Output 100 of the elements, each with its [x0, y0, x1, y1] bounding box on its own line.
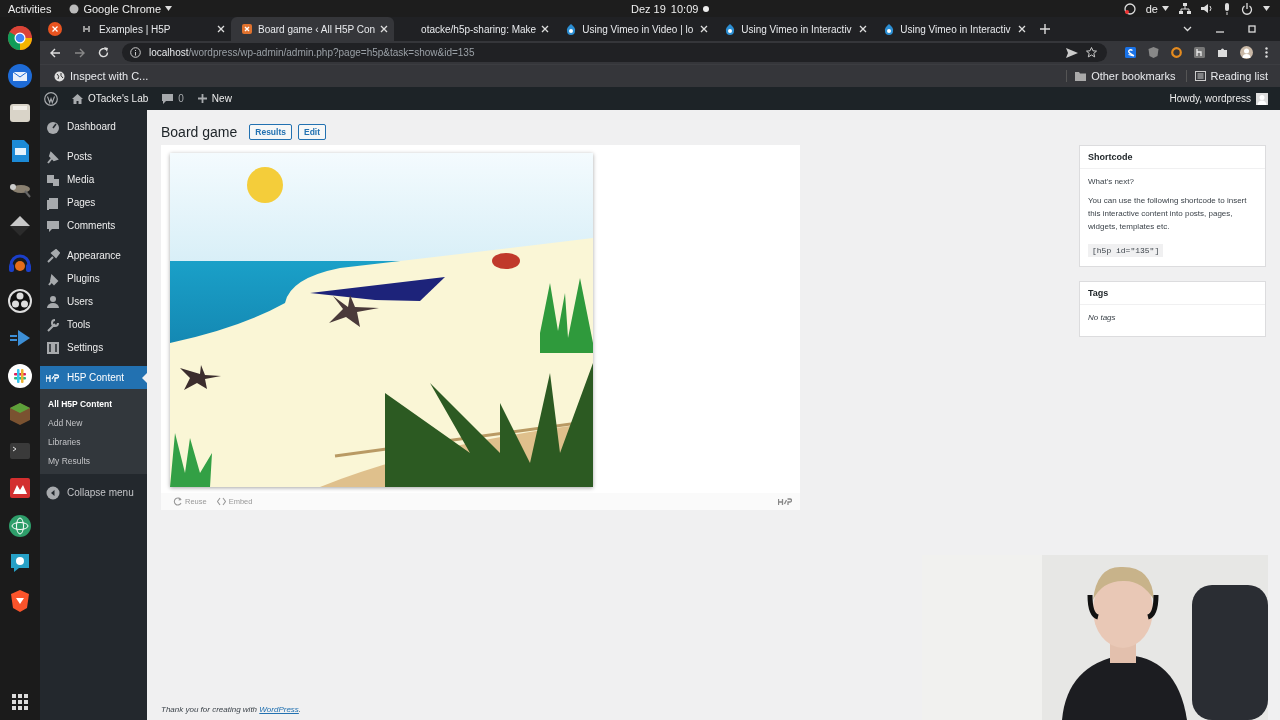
- star-icon[interactable]: [1086, 47, 1097, 58]
- h5p-logo-icon[interactable]: [778, 497, 792, 506]
- caret-icon[interactable]: [1263, 6, 1270, 11]
- menu-item[interactable]: Appearance: [40, 244, 147, 267]
- menu-icon[interactable]: [1265, 47, 1268, 58]
- page-button[interactable]: Edit: [298, 124, 327, 140]
- submenu-item[interactable]: Libraries: [40, 432, 147, 451]
- plus-icon: [197, 94, 207, 103]
- submenu-item[interactable]: All H5P Content: [40, 394, 147, 413]
- info-icon: [130, 47, 141, 58]
- close-icon[interactable]: [859, 25, 868, 33]
- close-icon[interactable]: [1018, 25, 1027, 33]
- browser-tab[interactable]: Using Vimeo in Interactiv: [873, 17, 1033, 41]
- close-icon[interactable]: [217, 25, 225, 33]
- drop-icon: [565, 23, 578, 35]
- hash-icon[interactable]: [7, 362, 33, 389]
- clock[interactable]: Dez 19 10:09: [631, 2, 710, 15]
- page-button[interactable]: Results: [249, 124, 292, 140]
- speech-bubble-icon: [46, 218, 60, 233]
- new-content-link[interactable]: New: [197, 93, 232, 104]
- page-title: Board game: [161, 124, 238, 140]
- bookmark-folder[interactable]: Other bookmarks: [1066, 70, 1180, 82]
- panel-text: What's next?: [1088, 176, 1135, 188]
- comments-link[interactable]: 0: [162, 93, 184, 104]
- s-square-icon[interactable]: [1125, 47, 1136, 58]
- reload-icon[interactable]: [98, 47, 109, 58]
- panel-text: You can use the following shortcode to insert this interactive content into posts, pages, widgets, templates etc.: [1088, 195, 1248, 233]
- tab-title: Examples | H5P: [99, 23, 172, 35]
- sync-icon[interactable]: [1123, 2, 1136, 15]
- account-menu[interactable]: Howdy, wordpress: [1169, 92, 1268, 105]
- plus-icon[interactable]: [1040, 24, 1051, 34]
- square-icon: [241, 23, 253, 35]
- menu-item[interactable]: Tools: [40, 313, 147, 336]
- panel-text: No tags: [1088, 312, 1117, 324]
- forward-icon[interactable]: [74, 47, 85, 58]
- photos-icon: [46, 172, 60, 187]
- drop-icon: [724, 23, 737, 35]
- menu-item[interactable]: Settings: [40, 336, 147, 359]
- envelope-icon[interactable]: [7, 62, 33, 89]
- wordpress-logo-icon[interactable]: [44, 91, 58, 106]
- tab-title: otacke/h5p-sharing: Make: [421, 23, 537, 35]
- app-icon: [69, 3, 80, 14]
- block-icon[interactable]: [7, 400, 33, 426]
- bookmark[interactable]: Inspect with C...: [50, 70, 153, 82]
- submenu-item[interactable]: Add New: [40, 413, 147, 432]
- send-icon[interactable]: [1066, 47, 1078, 58]
- back-icon[interactable]: [50, 47, 61, 58]
- gauge-icon: [46, 119, 60, 134]
- reading-list-button[interactable]: Reading list: [1185, 70, 1272, 82]
- wrench-icon: [46, 317, 60, 332]
- close-icon[interactable]: [380, 25, 389, 33]
- close-icon[interactable]: [541, 25, 550, 33]
- menu-item[interactable]: Pages: [40, 191, 147, 214]
- activities-button[interactable]: Activities: [8, 2, 52, 15]
- menu-item[interactable]: H5P Content: [40, 366, 147, 389]
- pdf-icon[interactable]: [7, 475, 33, 501]
- speech-bubble-icon: [162, 93, 174, 104]
- power-icon[interactable]: [1241, 2, 1253, 15]
- avatar-icon[interactable]: [1240, 46, 1253, 59]
- url-text: localhost/wordpress/wp-admin/admin.php?page=h5p&task=show&id=135: [149, 47, 475, 58]
- keyboard-layout-menu[interactable]: de: [1145, 2, 1169, 15]
- submenu-item[interactable]: My Results: [40, 451, 147, 470]
- menu-item[interactable]: Posts: [40, 145, 147, 168]
- close-icon[interactable]: [700, 25, 709, 33]
- close-icon[interactable]: [48, 22, 62, 36]
- menu-item[interactable]: Comments: [40, 214, 147, 237]
- tab-title: Using Vimeo in Interactiv: [741, 23, 853, 35]
- circle-icon[interactable]: [7, 287, 33, 314]
- collapse-menu-button[interactable]: Collapse menu: [40, 481, 147, 504]
- restore-icon[interactable]: [1248, 25, 1256, 33]
- browser-tab[interactable]: Board game ‹ All H5P Con: [231, 17, 395, 41]
- browser-tab[interactable]: Examples | H5P: [72, 17, 231, 41]
- caret-icon: [1162, 6, 1169, 11]
- pages-icon: [46, 195, 60, 210]
- menu-item[interactable]: Media: [40, 168, 147, 191]
- h-square-icon[interactable]: [1194, 47, 1205, 58]
- shortcode-text: [h5p id="135"]: [1088, 244, 1164, 257]
- menu-item[interactable]: Users: [40, 290, 147, 313]
- folder-icon: [1075, 71, 1087, 81]
- microphone-icon[interactable]: [1223, 2, 1231, 15]
- menu-item[interactable]: Dashboard: [40, 115, 147, 138]
- speaker-icon[interactable]: [1201, 3, 1213, 14]
- chevron-icon[interactable]: [1183, 26, 1192, 32]
- tab-title: Using Vimeo in Video | lo: [582, 23, 695, 35]
- site-link[interactable]: OTacke's Lab: [72, 93, 149, 104]
- app-grid-icon[interactable]: [12, 694, 28, 710]
- sliders-icon: [46, 340, 60, 355]
- address-bar[interactable]: localhost/wordpress/wp-admin/admin.php?page=h5p&task=show&id=135: [122, 43, 1107, 62]
- ring-icon[interactable]: [7, 25, 33, 51]
- globe-icon: [54, 70, 65, 82]
- network-icon[interactable]: [1179, 3, 1191, 14]
- browser-tab[interactable]: otacke/h5p-sharing: Make: [394, 17, 556, 41]
- browser-tab[interactable]: Using Vimeo in Interactiv: [714, 17, 874, 41]
- caret-icon: [165, 6, 173, 11]
- person-icon: [46, 294, 60, 309]
- avatar-icon: [1256, 92, 1268, 105]
- app-menu[interactable]: Google Chrome: [69, 2, 173, 15]
- atom-icon[interactable]: [7, 512, 33, 539]
- menu-item[interactable]: Plugins: [40, 267, 147, 290]
- browser-tab[interactable]: Using Vimeo in Video | lo: [555, 17, 715, 41]
